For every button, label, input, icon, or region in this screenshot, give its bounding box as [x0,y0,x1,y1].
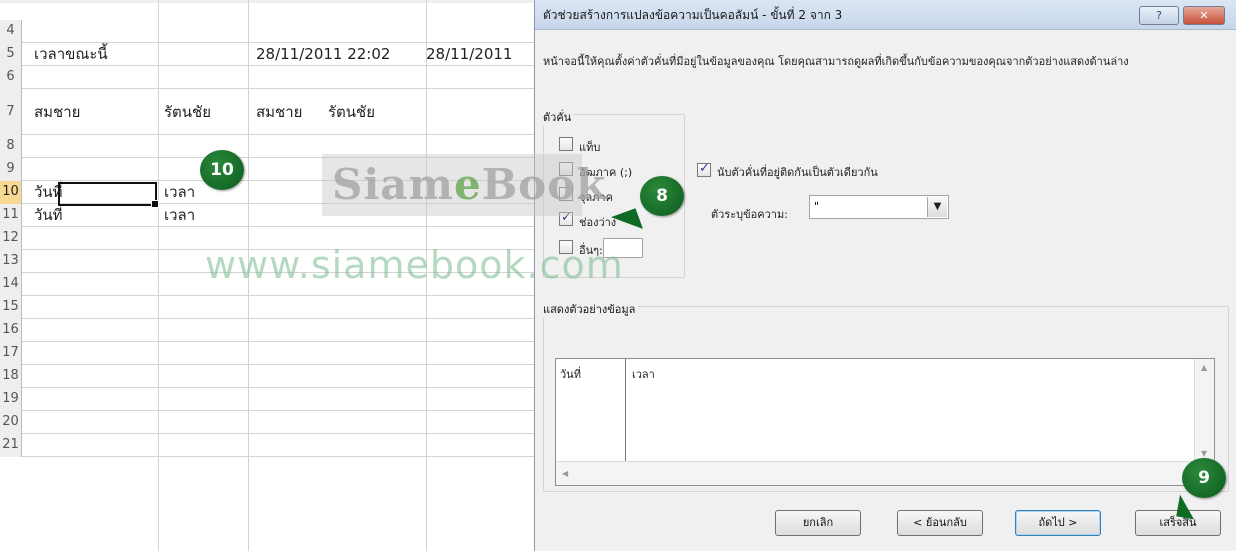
next-button[interactable]: ถัดไป > [1015,510,1101,536]
data-preview-content: วันที่ เวลา [556,359,1196,462]
row-header[interactable]: 18 [0,365,22,388]
watermark-url: www.siamebook.com [205,243,624,287]
row-header[interactable]: 17 [0,342,22,365]
cell-a7[interactable]: สมชาย [28,101,80,123]
row-header[interactable]: 20 [0,411,22,434]
data-preview-box[interactable]: วันที่ เวลา ▲ ▼ ◀ [555,358,1215,486]
sheet-row-17[interactable]: 17 [0,342,540,365]
text-qualifier-value: " [814,200,820,213]
sheet-row-15[interactable]: 15 [0,296,540,319]
scroll-down-icon[interactable]: ▼ [1201,449,1207,458]
sheet-row-6[interactable]: 6 [0,66,540,89]
tab-checkbox[interactable] [559,137,573,151]
preview-horizontal-scrollbar[interactable]: ◀ [556,461,1196,485]
row-header[interactable]: 12 [0,227,22,250]
cell-c5[interactable]: 28/11/2011 22:02 [250,43,390,65]
consecutive-delimiters-checkbox[interactable] [697,161,711,177]
cancel-button[interactable]: ยกเลิก [775,510,861,536]
scroll-left-icon[interactable]: ◀ [562,469,568,478]
preview-vertical-scrollbar[interactable]: ▲ ▼ [1194,359,1214,462]
row-header[interactable]: 8 [0,135,22,158]
sheet-row-7[interactable]: 7 สมชาย รัตนชัย สมชาย รัตนชัย [0,89,540,135]
text-qualifier-label: ตัวระบุข้อความ: [711,208,788,221]
watermark-logo: SiameBook [322,154,605,216]
row-header[interactable]: 13 [0,250,22,273]
sheet-row-19[interactable]: 19 [0,388,540,411]
delimiters-group-label: ตัวคั่น [543,108,575,126]
cell-c7[interactable]: สมชาย [250,101,302,123]
preview-column-1[interactable]: วันที่ [556,359,626,462]
help-icon: ? [1156,9,1162,22]
callout-badge-8: 8 [640,176,684,216]
row-header-active[interactable]: 10 [0,181,22,204]
row-header[interactable]: 21 [0,434,22,457]
instructions-text: หน้าจอนี้ให้คุณตั้งค่าตัวคั่นที่มีอยู่ใน… [543,55,1129,68]
callout-tail [1176,494,1198,520]
cell-a5[interactable]: เวลาขณะนี้ [28,43,108,65]
text-qualifier-select[interactable]: " ▼ [809,195,949,219]
cell-b11[interactable]: เวลา [158,204,195,226]
sheet-row-16[interactable]: 16 [0,319,540,342]
row-header[interactable]: 16 [0,319,22,342]
sheet-row-4[interactable]: 4 [0,20,540,43]
row-header[interactable]: 19 [0,388,22,411]
cell-d5[interactable]: 28/11/2011 [420,43,512,65]
back-button[interactable]: < ย้อนกลับ [897,510,983,536]
text-to-columns-dialog: ตัวช่วยสร้างการแปลงข้อความเป็นคอลัมน์ - … [534,0,1236,551]
sheet-row-18[interactable]: 18 [0,365,540,388]
dropdown-arrow-icon[interactable]: ▼ [927,197,947,217]
row-header[interactable]: 11 [0,204,22,227]
close-icon: ✕ [1199,9,1209,22]
dialog-title: ตัวช่วยสร้างการแปลงข้อความเป็นคอลัมน์ - … [543,8,843,22]
row-header[interactable]: 4 [0,20,22,43]
row-header[interactable]: 5 [0,43,22,66]
cell-b10[interactable]: เวลา [158,181,195,203]
preview-cell: วันที่ [560,368,581,381]
row-header[interactable]: 9 [0,158,22,181]
data-preview-group-label: แสดงตัวอย่างข้อมูล [543,300,639,318]
callout-badge-10: 10 [200,150,244,190]
row-header[interactable]: 7 [0,89,22,135]
close-button[interactable]: ✕ [1183,6,1225,25]
row-header[interactable]: 14 [0,273,22,296]
help-button[interactable]: ? [1139,6,1179,25]
row-header[interactable]: 6 [0,66,22,89]
row-header[interactable]: 15 [0,296,22,319]
preview-cell: เวลา [632,368,655,381]
cell-b7[interactable]: รัตนชัย [158,101,211,123]
scroll-up-icon[interactable]: ▲ [1201,363,1207,372]
sheet-row-20[interactable]: 20 [0,411,540,434]
dialog-titlebar[interactable]: ตัวช่วยสร้างการแปลงข้อความเป็นคอลัมน์ - … [535,0,1236,30]
sheet-row-5[interactable]: 5 เวลาขณะนี้ 28/11/2011 22:02 28/11/2011 [0,43,540,66]
cell-c7-second[interactable]: รัตนชัย [322,101,375,123]
consecutive-delimiters-label[interactable]: นับตัวคั่นที่อยู่ติดกันเป็นตัวเดียวกัน [717,163,878,181]
callout-badge-9: 9 [1182,458,1226,498]
selected-cell-border[interactable] [58,182,159,208]
sheet-row-21[interactable]: 21 [0,434,540,457]
cell-a11[interactable]: วันที่ [28,204,63,226]
